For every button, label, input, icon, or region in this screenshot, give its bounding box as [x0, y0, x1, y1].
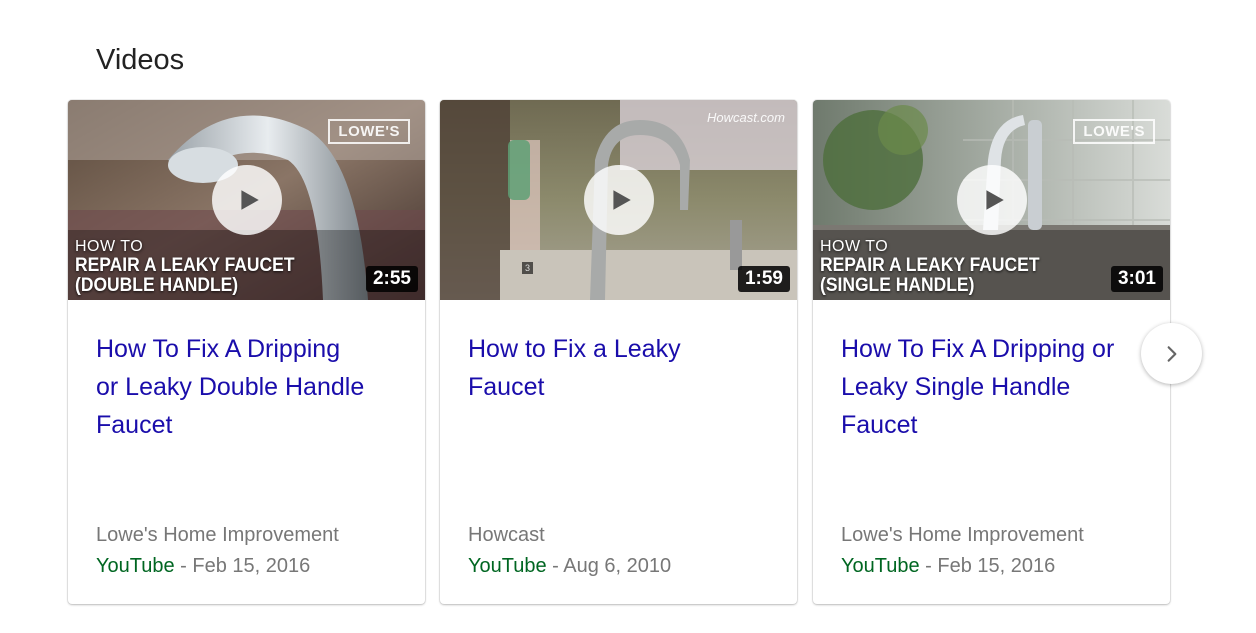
video-meta: YouTube - Aug 6, 2010 — [468, 555, 671, 578]
title-line: How to Fix a Leaky — [468, 335, 681, 363]
channel-name: Lowe's Home Improvement — [96, 524, 339, 546]
source-name: YouTube — [841, 555, 920, 577]
video-card-2[interactable]: Howcast.com 3 1:59 How to Fix a Leaky Fa… — [440, 100, 797, 604]
brand-logo: LOWE'S — [1073, 119, 1155, 144]
carousel-next-button[interactable] — [1141, 323, 1202, 384]
video-duration: 1:59 — [737, 266, 790, 292]
brand-logo: LOWE'S — [328, 119, 410, 144]
caption-line-2: (SINGLE HANDLE) — [820, 275, 975, 297]
thumbnail-caption: HOW TO REPAIR A LEAKY FAUCET (DOUBLE HAN… — [75, 239, 314, 296]
title-line: How To Fix A Dripping or — [841, 335, 1115, 363]
caption-line-1: REPAIR A LEAKY FAUCET — [820, 255, 1040, 277]
title-line: or Leaky Double Handle — [96, 373, 365, 401]
play-icon — [986, 190, 1004, 210]
play-button[interactable] — [956, 165, 1027, 235]
video-title-link[interactable]: How To Fix A Dripping or Leaky Double Ha… — [96, 330, 397, 444]
video-title-link[interactable]: How to Fix a Leaky Faucet — [468, 330, 769, 444]
video-card-1[interactable]: LOWE'S HOW TO REPAIR A LEAKY FAUCET (DOU… — [68, 100, 425, 604]
play-button[interactable] — [583, 165, 654, 235]
play-icon — [241, 190, 259, 210]
title-line: How To Fix A Dripping — [96, 335, 341, 363]
caption-small: HOW TO — [820, 238, 889, 256]
caption-line-2: (DOUBLE HANDLE) — [75, 275, 239, 297]
video-thumbnail[interactable]: LOWE'S HOW TO REPAIR A LEAKY FAUCET (SIN… — [813, 100, 1170, 300]
title-line: Leaky Single Handle — [841, 373, 1071, 401]
video-duration: 3:01 — [1110, 266, 1163, 292]
title-line: Faucet — [841, 411, 918, 439]
video-thumbnail[interactable]: LOWE'S HOW TO REPAIR A LEAKY FAUCET (DOU… — [68, 100, 425, 300]
section-title: Videos — [96, 44, 185, 76]
publish-date: - Feb 15, 2016 — [174, 555, 311, 577]
channel-name: Lowe's Home Improvement — [841, 524, 1084, 546]
thumbnail-mark: 3 — [522, 262, 534, 274]
caption-line-1: REPAIR A LEAKY FAUCET — [75, 255, 295, 277]
video-meta: YouTube - Feb 15, 2016 — [841, 555, 1055, 578]
title-line: Faucet — [468, 373, 545, 401]
publish-date: - Feb 15, 2016 — [919, 555, 1056, 577]
video-thumbnail[interactable]: Howcast.com 3 1:59 — [440, 100, 797, 300]
channel-name: Howcast — [468, 524, 545, 546]
publish-date: - Aug 6, 2010 — [546, 555, 672, 577]
video-duration: 2:55 — [365, 266, 418, 292]
play-button[interactable] — [211, 165, 282, 235]
thumbnail-caption: HOW TO REPAIR A LEAKY FAUCET (SINGLE HAN… — [820, 239, 1059, 296]
video-card-3[interactable]: LOWE'S HOW TO REPAIR A LEAKY FAUCET (SIN… — [813, 100, 1170, 604]
play-icon — [613, 190, 631, 210]
caption-small: HOW TO — [75, 238, 144, 256]
brand-watermark: Howcast.com — [706, 110, 785, 125]
video-title-link[interactable]: How To Fix A Dripping or Leaky Single Ha… — [841, 330, 1142, 444]
video-meta: YouTube - Feb 15, 2016 — [96, 555, 310, 578]
source-name: YouTube — [96, 555, 175, 577]
source-name: YouTube — [468, 555, 547, 577]
chevron-right-icon — [1167, 345, 1176, 362]
title-line: Faucet — [96, 411, 173, 439]
